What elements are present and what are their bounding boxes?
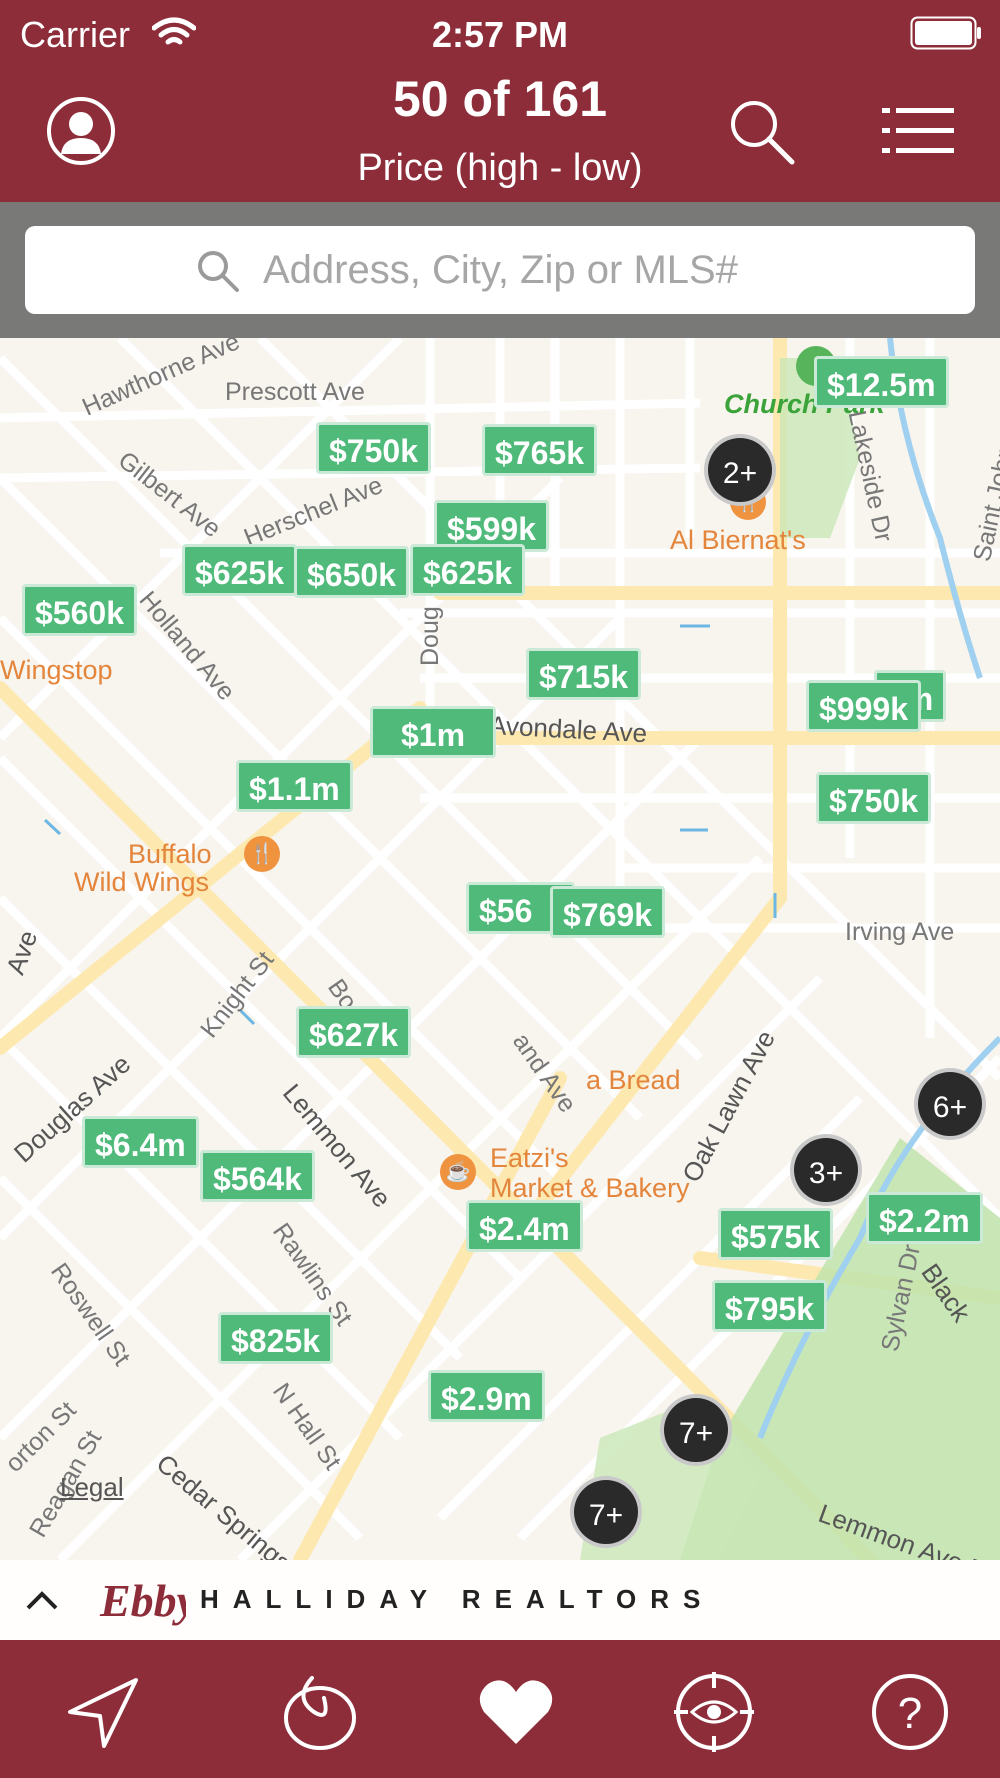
cluster-pin[interactable]: 6+: [914, 1068, 986, 1140]
ebby-logo: Ebby: [99, 1575, 186, 1626]
price-pin[interactable]: $2.2m: [866, 1192, 983, 1244]
tab-bar: ?: [0, 1640, 1000, 1778]
svg-text:?: ?: [898, 1689, 922, 1738]
heart-icon[interactable]: [476, 1672, 556, 1752]
battery-icon: [910, 16, 981, 50]
sort-order-subtitle[interactable]: Price (high - low): [0, 147, 1000, 190]
poi-buffalo-wild-wings[interactable]: Wild Wings: [74, 868, 209, 897]
price-pin[interactable]: $2.4m: [466, 1200, 583, 1252]
poi-eatzis[interactable]: Eatzi's: [490, 1144, 569, 1173]
poi-la-madeleine[interactable]: a Bread: [586, 1066, 681, 1095]
cluster-pin[interactable]: 7+: [570, 1476, 642, 1548]
cafe-icon[interactable]: ☕: [440, 1154, 476, 1190]
results-count-title: 50 of 161: [392, 71, 607, 127]
poi-buffalo-wild-wings[interactable]: Buffalo: [128, 840, 212, 869]
price-pin[interactable]: $2.9m: [428, 1370, 545, 1422]
magnifier-icon: [198, 251, 239, 292]
price-pin[interactable]: $715k: [526, 648, 641, 700]
price-pin[interactable]: $625k: [182, 544, 297, 596]
poi-al-biernats[interactable]: Al Biernat's: [670, 526, 806, 555]
price-pin[interactable]: $650k: [294, 546, 409, 598]
list-menu-icon[interactable]: [882, 106, 954, 156]
brand-mark: Ebby: [99, 1575, 186, 1626]
price-pin[interactable]: $999k: [806, 680, 921, 732]
street-label: Prescott Ave: [225, 378, 365, 406]
status-time: 2:57 PM: [431, 14, 569, 55]
poi-wingstop[interactable]: Wingstop: [0, 656, 113, 685]
chevron-up-icon[interactable]: [24, 1582, 60, 1618]
price-pin[interactable]: $750k: [316, 422, 431, 474]
price-pin[interactable]: $627k: [296, 1006, 411, 1058]
price-pin[interactable]: $765k: [482, 424, 597, 476]
cluster-pin[interactable]: 3+: [790, 1134, 862, 1206]
price-pin[interactable]: $825k: [218, 1312, 333, 1364]
price-pin[interactable]: $12.5m: [814, 356, 949, 408]
legal-link[interactable]: Legal: [60, 1472, 124, 1503]
nav-bar: Carrier 2:57 PM 50 of 161 Price (high - …: [0, 0, 1000, 202]
help-icon[interactable]: ?: [870, 1672, 950, 1752]
draw-lasso-icon[interactable]: [280, 1672, 360, 1752]
cluster-pin[interactable]: 2+: [704, 434, 776, 506]
price-pin[interactable]: $750k: [816, 772, 931, 824]
price-pin[interactable]: $769k: [550, 886, 665, 938]
price-pin[interactable]: $560k: [22, 584, 137, 636]
poi-eatzis[interactable]: Market & Bakery: [490, 1174, 690, 1203]
location-arrow-icon[interactable]: [64, 1672, 144, 1752]
map-view[interactable]: Hawthorne Ave Prescott Ave Gilbert Ave H…: [0, 338, 1000, 1560]
street-label: Doug: [416, 606, 444, 666]
price-pin[interactable]: $575k: [718, 1208, 833, 1260]
brand-banner: Ebby HALLIDAY REALTORS: [0, 1560, 1000, 1640]
price-pin[interactable]: $6.4m: [82, 1116, 199, 1168]
price-pin[interactable]: $625k: [410, 544, 525, 596]
street-label: Irving Ave: [845, 918, 955, 946]
search-input[interactable]: [263, 240, 923, 300]
price-pin[interactable]: $795k: [712, 1280, 827, 1332]
price-pin[interactable]: $1.1m: [236, 760, 353, 812]
search-icon[interactable]: [726, 96, 798, 168]
brand-name: HALLIDAY REALTORS: [200, 1584, 715, 1614]
search-area: [0, 202, 1000, 338]
price-pin[interactable]: $564k: [200, 1150, 315, 1202]
search-box[interactable]: [25, 226, 975, 314]
cluster-pin[interactable]: 7+: [660, 1394, 732, 1466]
price-pin[interactable]: $1m: [370, 706, 497, 758]
restaurant-icon[interactable]: 🍴: [244, 836, 280, 872]
app-root: Carrier 2:57 PM 50 of 161 Price (high - …: [0, 0, 1000, 1778]
watch-eye-icon[interactable]: [674, 1672, 754, 1752]
